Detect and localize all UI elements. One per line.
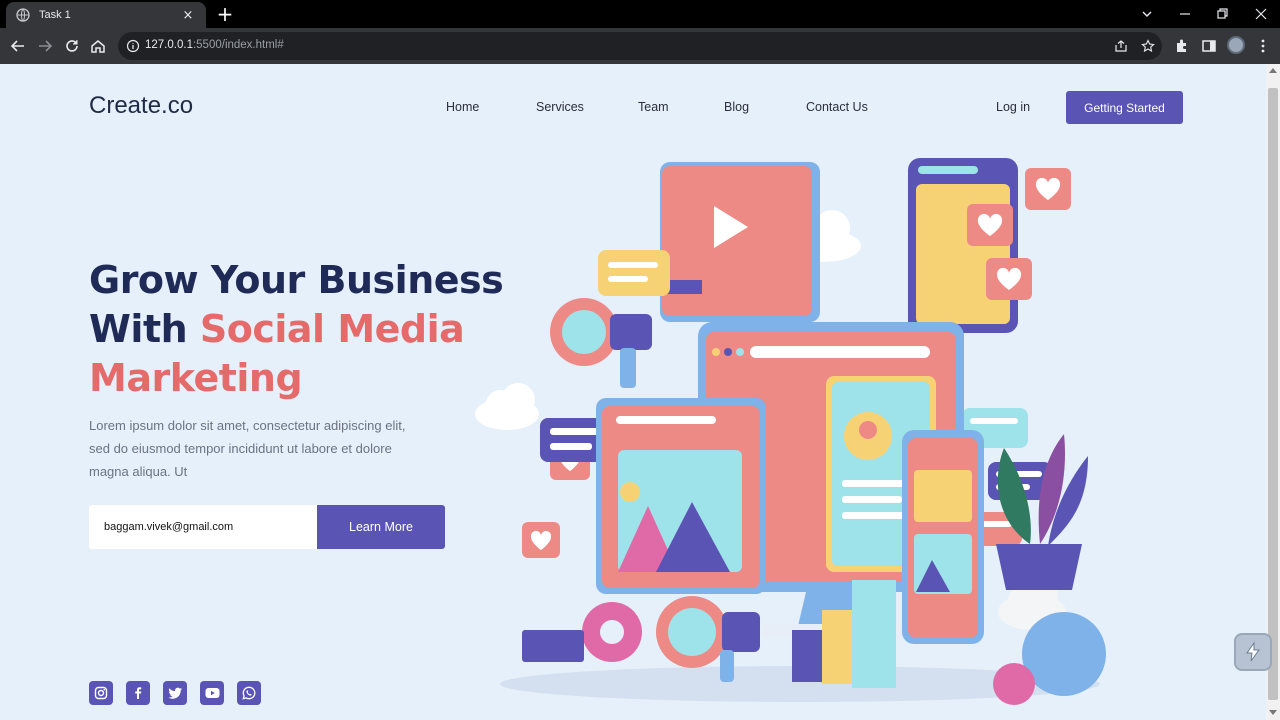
forward-arrow-icon[interactable] bbox=[35, 36, 55, 56]
profile-avatar[interactable] bbox=[1227, 36, 1245, 54]
site-logo[interactable]: Create.co bbox=[89, 92, 193, 120]
login-link[interactable]: Log in bbox=[996, 100, 1030, 114]
browser-toolbar: 127.0.0.1:5500/index.html# bbox=[0, 28, 1280, 64]
floating-extension-button[interactable] bbox=[1234, 633, 1272, 671]
new-tab-button[interactable]: + bbox=[216, 4, 234, 24]
learn-more-button[interactable]: Learn More bbox=[317, 505, 445, 549]
heart-bubble-icon bbox=[967, 204, 1013, 246]
restore-icon[interactable] bbox=[1212, 4, 1232, 24]
heart-bubble-icon bbox=[986, 258, 1032, 300]
headline-with: With bbox=[89, 307, 200, 351]
youtube-icon bbox=[205, 688, 219, 698]
minimize-icon[interactable] bbox=[1175, 4, 1195, 24]
browser-tab-strip: Task 1 × + bbox=[0, 0, 1280, 28]
scroll-up-arrow-icon[interactable] bbox=[1269, 68, 1277, 73]
reload-icon[interactable] bbox=[62, 36, 82, 56]
instagram-icon bbox=[94, 686, 108, 700]
side-panel-icon[interactable] bbox=[1199, 36, 1219, 56]
close-window-icon[interactable] bbox=[1251, 4, 1271, 24]
twitter-link[interactable] bbox=[163, 681, 187, 705]
tab-close-icon[interactable]: × bbox=[180, 8, 196, 23]
address-bar[interactable]: 127.0.0.1:5500/index.html# bbox=[118, 32, 1162, 60]
share-icon[interactable] bbox=[1114, 39, 1128, 53]
web-page: Create.co Home Services Team Blog Contac… bbox=[0, 64, 1266, 720]
megaphone-icon bbox=[550, 298, 652, 388]
url-host: 127.0.0.1 bbox=[145, 39, 193, 51]
heart-bubble-icon bbox=[1025, 168, 1071, 210]
gear-icon bbox=[582, 602, 642, 662]
home-icon[interactable] bbox=[88, 36, 108, 56]
tab-title: Task 1 bbox=[39, 9, 71, 21]
signup-form: Learn More bbox=[89, 505, 445, 549]
url-path: :5500/index.html# bbox=[192, 39, 284, 51]
back-arrow-icon[interactable] bbox=[8, 36, 28, 56]
cloud-icon bbox=[475, 383, 539, 430]
facebook-link[interactable] bbox=[126, 681, 150, 705]
plant-illustration bbox=[996, 434, 1088, 590]
gallery-window bbox=[596, 398, 766, 594]
nav-blog[interactable]: Blog bbox=[724, 100, 749, 114]
chat-bubble-icon bbox=[598, 250, 670, 296]
hero-description: Lorem ipsum dolor sit amet, consectetur … bbox=[89, 418, 406, 479]
url-text: 127.0.0.1:5500/index.html# bbox=[145, 39, 284, 51]
social-links bbox=[89, 681, 261, 705]
extensions-puzzle-icon[interactable] bbox=[1172, 36, 1192, 56]
heart-bubble-icon bbox=[522, 522, 560, 558]
instagram-link[interactable] bbox=[89, 681, 113, 705]
globe-icon bbox=[16, 8, 30, 22]
facebook-icon bbox=[135, 687, 142, 699]
nav-home[interactable]: Home bbox=[446, 100, 479, 114]
headline-accent-marketing: Marketing bbox=[89, 356, 303, 400]
whatsapp-link[interactable] bbox=[237, 681, 261, 705]
whatsapp-icon bbox=[242, 686, 256, 700]
headline-accent-social-media: Social Media bbox=[199, 307, 465, 351]
scrollbar-thumb[interactable] bbox=[1268, 88, 1278, 700]
email-input[interactable] bbox=[89, 505, 317, 549]
nav-services[interactable]: Services bbox=[536, 100, 584, 114]
twitter-icon bbox=[167, 687, 182, 699]
video-window bbox=[660, 162, 820, 322]
nav-team[interactable]: Team bbox=[638, 100, 669, 114]
bookmark-star-icon[interactable] bbox=[1141, 39, 1155, 53]
tab-search-icon[interactable] bbox=[1137, 4, 1157, 24]
sphere-small bbox=[993, 663, 1035, 705]
browser-tab[interactable]: Task 1 × bbox=[6, 2, 206, 28]
hero-headline: Grow Your Business With Social Media Mar… bbox=[89, 256, 519, 403]
getting-started-button[interactable]: Getting Started bbox=[1066, 91, 1183, 124]
cube-blocks bbox=[522, 630, 584, 662]
kebab-menu-icon[interactable] bbox=[1253, 36, 1273, 56]
site-info-icon[interactable] bbox=[126, 39, 140, 53]
phone-illustration bbox=[902, 430, 984, 644]
hero-illustration bbox=[475, 158, 1106, 705]
headline-line-1: Grow Your Business bbox=[89, 258, 504, 302]
page-scrollbar[interactable] bbox=[1266, 64, 1280, 720]
lightning-icon bbox=[1246, 641, 1260, 662]
nav-contact-us[interactable]: Contact Us bbox=[806, 100, 868, 114]
youtube-link[interactable] bbox=[200, 681, 224, 705]
scroll-down-arrow-icon[interactable] bbox=[1269, 710, 1277, 715]
